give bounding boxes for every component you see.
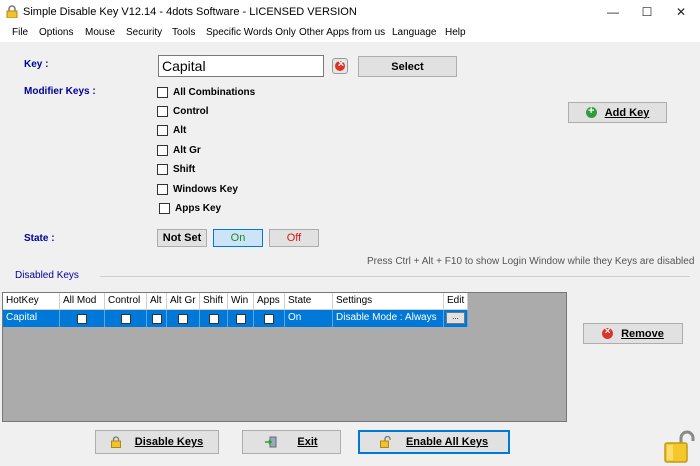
remove-button[interactable]: Remove xyxy=(583,323,683,344)
window-title: Simple Disable Key V12.14 - 4dots Softwa… xyxy=(23,6,357,18)
disabled-keys-title: Disabled Keys xyxy=(15,270,79,281)
add-key-label: Add Key xyxy=(604,106,650,119)
checkbox-label: Alt Gr xyxy=(173,144,201,156)
maximize-button[interactable]: ☐ xyxy=(630,0,664,24)
state-off-button[interactable]: Off xyxy=(269,229,319,247)
checkbox-box[interactable] xyxy=(264,313,274,324)
column-header-win[interactable]: Win xyxy=(228,293,254,310)
minimize-button[interactable]: — xyxy=(596,0,630,24)
add-icon xyxy=(585,105,597,118)
remove-label: Remove xyxy=(621,327,664,340)
column-header-state[interactable]: State xyxy=(285,293,333,310)
checkbox-label: Apps Key xyxy=(175,202,222,214)
checkbox-box[interactable] xyxy=(157,144,168,156)
checkbox-label: All Combinations xyxy=(173,86,256,98)
checkbox-all-combinations[interactable]: All Combinations xyxy=(157,85,255,99)
menu-specific-words-only[interactable]: Specific Words Only xyxy=(206,27,296,38)
checkbox-box[interactable] xyxy=(178,313,188,324)
column-header-all-mod[interactable]: All Mod xyxy=(60,293,105,310)
cell-alt[interactable] xyxy=(147,310,167,327)
checkbox-label: Shift xyxy=(173,163,196,175)
exit-icon xyxy=(265,436,277,448)
checkbox-box[interactable] xyxy=(157,105,168,117)
checkbox-label: Control xyxy=(173,105,209,117)
checkbox-box[interactable] xyxy=(157,86,168,98)
app-lock-icon xyxy=(6,5,18,18)
disable-keys-button[interactable]: Disable Keys xyxy=(95,430,219,454)
checkbox-box[interactable] xyxy=(157,163,168,175)
menu-file[interactable]: File xyxy=(12,27,28,38)
clear-key-button[interactable] xyxy=(332,58,348,74)
key-input[interactable]: Capital xyxy=(158,55,324,77)
menu-mouse[interactable]: Mouse xyxy=(85,27,115,38)
grid-header-row: HotKey All Mod Control Alt Alt Gr Shift … xyxy=(3,293,468,310)
select-key-button[interactable]: Select xyxy=(358,56,457,77)
column-header-shift[interactable]: Shift xyxy=(200,293,228,310)
menu-help[interactable]: Help xyxy=(445,27,466,38)
checkbox-box[interactable] xyxy=(151,313,162,324)
disable-keys-label: Disable Keys xyxy=(134,436,204,448)
cell-control[interactable] xyxy=(105,310,147,327)
menu-bar: File Options Mouse Security Tools Specif… xyxy=(0,24,700,42)
cell-shift[interactable] xyxy=(200,310,228,327)
state-not-set-button[interactable]: Not Set xyxy=(157,229,207,247)
remove-icon xyxy=(602,326,614,339)
checkbox-box[interactable] xyxy=(235,313,246,324)
lock-status-icon xyxy=(664,430,695,463)
cell-apps[interactable] xyxy=(254,310,285,327)
lock-closed-icon xyxy=(110,436,121,448)
column-header-alt[interactable]: Alt xyxy=(147,293,167,310)
column-header-apps[interactable]: Apps xyxy=(254,293,285,310)
cell-edit[interactable]: ... xyxy=(444,310,468,327)
table-row[interactable]: Capital On Disable Mode : Always ... xyxy=(3,310,468,327)
modifier-keys-label: Modifier Keys : xyxy=(24,86,96,97)
checkbox-box[interactable] xyxy=(120,313,131,324)
exit-button[interactable]: Exit xyxy=(242,430,341,454)
key-label: Key : xyxy=(24,59,49,70)
cell-settings[interactable]: Disable Mode : Always xyxy=(333,310,444,327)
checkbox-alt[interactable]: Alt xyxy=(157,123,186,137)
checkbox-alt-gr[interactable]: Alt Gr xyxy=(157,143,201,157)
menu-language[interactable]: Language xyxy=(392,27,437,38)
checkbox-label: Alt xyxy=(173,124,187,136)
checkbox-shift[interactable]: Shift xyxy=(157,162,195,176)
state-label: State : xyxy=(24,233,55,244)
edit-row-button[interactable]: ... xyxy=(446,312,465,324)
section-divider xyxy=(100,276,690,277)
cell-all-mod[interactable] xyxy=(60,310,105,327)
enable-all-keys-label: Enable All Keys xyxy=(405,436,489,448)
add-key-button[interactable]: Add Key xyxy=(568,102,667,123)
menu-tools[interactable]: Tools xyxy=(172,27,195,38)
checkbox-box[interactable] xyxy=(159,202,170,214)
menu-options[interactable]: Options xyxy=(39,27,73,38)
state-on-button[interactable]: On xyxy=(213,229,263,247)
checkbox-windows-key[interactable]: Windows Key xyxy=(157,182,238,196)
cell-state[interactable]: On xyxy=(285,310,333,327)
column-header-hotkey[interactable]: HotKey xyxy=(3,293,60,310)
close-button[interactable]: ✕ xyxy=(664,0,698,24)
checkbox-box[interactable] xyxy=(77,313,87,324)
column-header-edit[interactable]: Edit xyxy=(444,293,468,310)
cell-hotkey[interactable]: Capital xyxy=(3,310,60,327)
checkbox-box[interactable] xyxy=(208,313,219,324)
column-header-settings[interactable]: Settings xyxy=(333,293,444,310)
login-hint-text: Press Ctrl + Alt + F10 to show Login Win… xyxy=(367,256,695,267)
menu-other-apps[interactable]: Other Apps from us xyxy=(299,27,385,38)
disabled-keys-grid[interactable]: HotKey All Mod Control Alt Alt Gr Shift … xyxy=(2,292,567,422)
column-header-control[interactable]: Control xyxy=(105,293,147,310)
checkbox-control[interactable]: Control xyxy=(157,104,209,118)
column-header-alt-gr[interactable]: Alt Gr xyxy=(167,293,200,310)
checkbox-box[interactable] xyxy=(157,124,168,136)
checkbox-apps-key[interactable]: Apps Key xyxy=(159,201,221,215)
title-bar: Simple Disable Key V12.14 - 4dots Softwa… xyxy=(0,0,700,24)
menu-security[interactable]: Security xyxy=(126,27,162,38)
cell-win[interactable] xyxy=(228,310,254,327)
lock-open-icon xyxy=(379,436,391,448)
checkbox-box[interactable] xyxy=(157,183,168,195)
checkbox-label: Windows Key xyxy=(173,183,238,195)
enable-all-keys-button[interactable]: Enable All Keys xyxy=(358,430,510,454)
cell-alt-gr[interactable] xyxy=(167,310,200,327)
exit-label: Exit xyxy=(297,436,318,448)
